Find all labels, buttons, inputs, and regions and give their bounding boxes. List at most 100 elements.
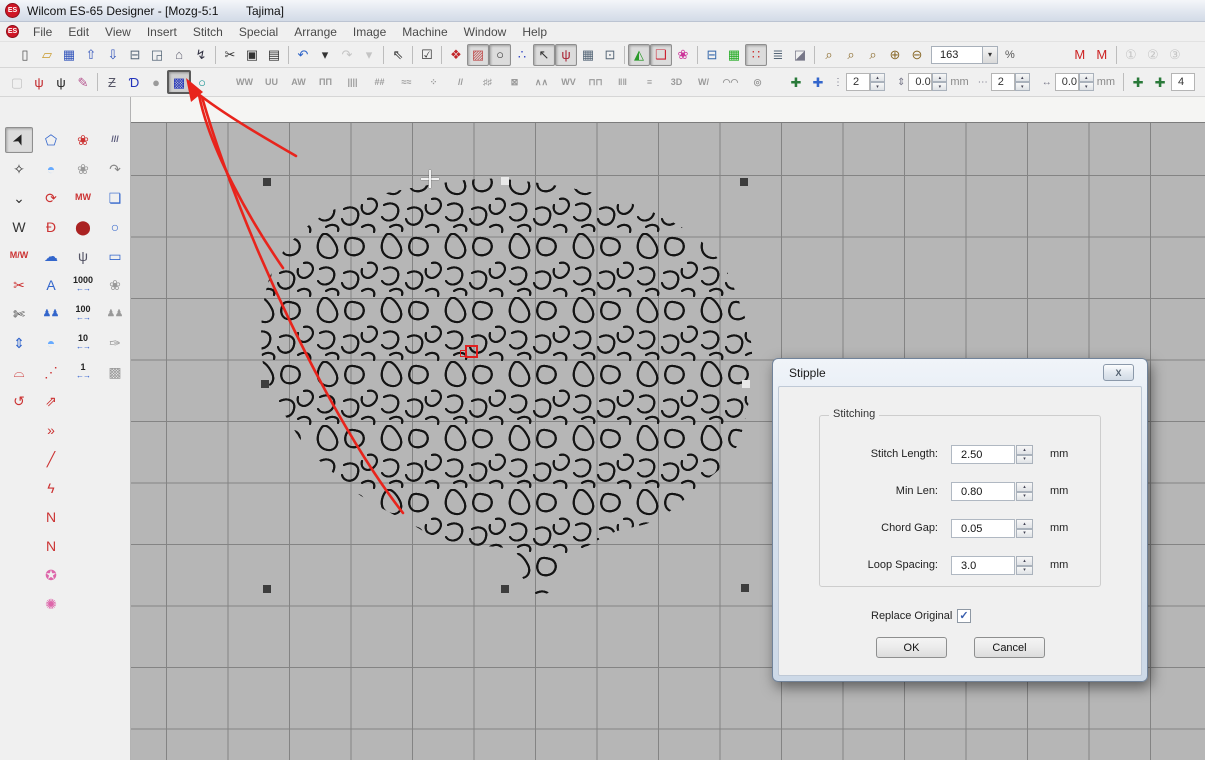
dome-object[interactable]: ◓	[37, 156, 65, 182]
menu-item[interactable]: Machine	[394, 23, 455, 41]
selection-handle-bottom-right[interactable]	[741, 584, 749, 592]
show-image[interactable]: ◭	[628, 44, 650, 66]
mw-spacing[interactable]: MW	[69, 185, 97, 211]
spin-down-icon[interactable]: ▾	[932, 82, 947, 91]
zoom-in[interactable]: ⊕	[884, 44, 906, 66]
team-names-gray[interactable]: ♟♟	[101, 301, 129, 327]
spinner-buttons[interactable]: ▴ ▾	[1015, 73, 1030, 91]
chain-run[interactable]: ⇗	[37, 388, 65, 414]
select-tool[interactable]: ➤	[5, 127, 33, 153]
n-satin-run[interactable]: N	[37, 533, 65, 559]
polygon-select[interactable]: ✧	[5, 156, 33, 182]
spin-up-icon[interactable]: ▴	[932, 73, 947, 82]
field-value[interactable]: 2.50	[951, 445, 1015, 464]
print[interactable]: ⊟	[124, 44, 146, 66]
selection-handle-top-left[interactable]	[263, 178, 271, 186]
hatch-fill-view[interactable]: ▨	[467, 44, 489, 66]
menu-item[interactable]: Image	[345, 23, 394, 41]
bar-fill[interactable]: ≡	[636, 71, 663, 93]
save-to-machine[interactable]: ⇧	[80, 44, 102, 66]
stitch-list[interactable]: ≣	[767, 44, 789, 66]
replace-original-checkbox[interactable]: ✓	[957, 609, 971, 623]
insert-object[interactable]: ❏	[101, 185, 129, 211]
zoom-1to1[interactable]: ⌕	[840, 44, 862, 66]
line-run[interactable]: ╱	[37, 446, 65, 472]
mw-run[interactable]: W	[5, 214, 33, 240]
selection-handle-top-right[interactable]	[740, 178, 748, 186]
zoom-out[interactable]: ⊖	[906, 44, 928, 66]
stipple-fill[interactable]: ▩	[167, 70, 191, 94]
grid-toggle[interactable]: ▦	[577, 44, 599, 66]
ring-fill[interactable]: ◎	[744, 71, 771, 93]
spin-up-icon[interactable]: ▴	[1016, 556, 1033, 566]
field-value[interactable]: 3.0	[951, 556, 1015, 575]
redo-dropdown[interactable]: ▾	[358, 44, 380, 66]
needle-red[interactable]: ψ	[28, 71, 50, 93]
stitch-edit-pointer[interactable]: ⇖	[387, 44, 409, 66]
print-preview[interactable]: ◲	[146, 44, 168, 66]
menu-item[interactable]: View	[97, 23, 139, 41]
document-icon[interactable]: ES	[6, 25, 19, 38]
read-from-machine[interactable]: ⇩	[102, 44, 124, 66]
flower-gray[interactable]: ❀	[101, 272, 129, 298]
copy[interactable]: ▣	[241, 44, 263, 66]
lattice-fill[interactable]: ♯♯	[474, 71, 501, 93]
spinner-value[interactable]: 2	[846, 73, 870, 91]
cancel-button[interactable]: Cancel	[974, 637, 1045, 658]
cut-fork[interactable]: ✄	[5, 301, 33, 327]
triple-arrow-run[interactable]: »	[37, 417, 65, 443]
mirror-merge-v[interactable]: ✚	[807, 71, 829, 93]
cross-fill[interactable]: ⊠	[501, 71, 528, 93]
zoom-combo[interactable]: 163 ▾	[931, 46, 998, 64]
loop-travel[interactable]: ↺	[5, 388, 33, 414]
sep[interactable]	[409, 45, 416, 65]
field-value[interactable]: 0.05	[951, 519, 1015, 538]
spin-up-icon[interactable]: ▴	[870, 73, 885, 82]
circle-object[interactable]: ●	[145, 71, 167, 93]
auto-select[interactable]: ☑	[416, 44, 438, 66]
color-object-list[interactable]: ∷	[745, 44, 767, 66]
gate-fill[interactable]: ⊓⊓	[582, 71, 609, 93]
mirror-merge-h[interactable]: ✚	[785, 71, 807, 93]
spin-up-icon[interactable]: ▴	[1079, 73, 1094, 82]
menu-item[interactable]: File	[25, 23, 60, 41]
open-object-gray[interactable]: ❀	[69, 156, 97, 182]
circle-star-tool[interactable]: ✪	[37, 562, 65, 588]
sep[interactable]	[811, 45, 818, 65]
outline-view[interactable]: ○	[489, 44, 511, 66]
needle-points-view[interactable]: ψ	[555, 44, 577, 66]
threed-fill[interactable]: 3D	[663, 71, 690, 93]
n-open-run[interactable]: N	[37, 504, 65, 530]
e-stitch[interactable]: ΠΠ	[312, 71, 339, 93]
corner-value-field[interactable]: 4	[1171, 73, 1195, 91]
node-line[interactable]: ⋰	[37, 359, 65, 385]
points-view[interactable]: ∴	[511, 44, 533, 66]
brush-gray[interactable]: ✑	[101, 330, 129, 356]
pointer-mode[interactable]: ↖	[533, 44, 555, 66]
remove-overlap[interactable]: Ɖ	[37, 214, 65, 240]
preview-screen[interactable]: ⊟	[701, 44, 723, 66]
stitch-10[interactable]: 10 ←→	[69, 330, 97, 356]
peak-fill[interactable]: ∧∧	[528, 71, 555, 93]
ok-button[interactable]: OK	[876, 637, 947, 658]
stitch-1[interactable]: 1 ←→	[69, 359, 97, 385]
sep[interactable]	[1113, 45, 1120, 65]
sep[interactable]	[285, 45, 292, 65]
spin-down-icon[interactable]: ▾	[1079, 82, 1094, 91]
tatami-fill[interactable]: ||||	[339, 71, 366, 93]
spin-up-icon[interactable]: ▴	[1015, 73, 1030, 82]
sep[interactable]	[212, 45, 219, 65]
hatch-fill[interactable]: //	[447, 71, 474, 93]
paste[interactable]: ▤	[263, 44, 285, 66]
mw-ratio[interactable]: M/W	[5, 243, 33, 269]
field-spinner[interactable]: ▴ ▾	[1016, 519, 1033, 538]
spin-down-icon[interactable]: ▾	[1016, 455, 1033, 465]
spin-down-icon[interactable]: ▾	[1016, 492, 1033, 502]
arc-tool[interactable]: ↷	[101, 156, 129, 182]
spin-up-icon[interactable]: ▴	[1016, 445, 1033, 455]
fork-updown[interactable]: ⇕	[5, 330, 33, 356]
field-value[interactable]: 0.80	[951, 482, 1015, 501]
connect-machine[interactable]: ↯	[190, 44, 212, 66]
selection-handle-middle-left[interactable]	[261, 380, 269, 388]
field-spinner[interactable]: ▴ ▾	[1016, 556, 1033, 575]
